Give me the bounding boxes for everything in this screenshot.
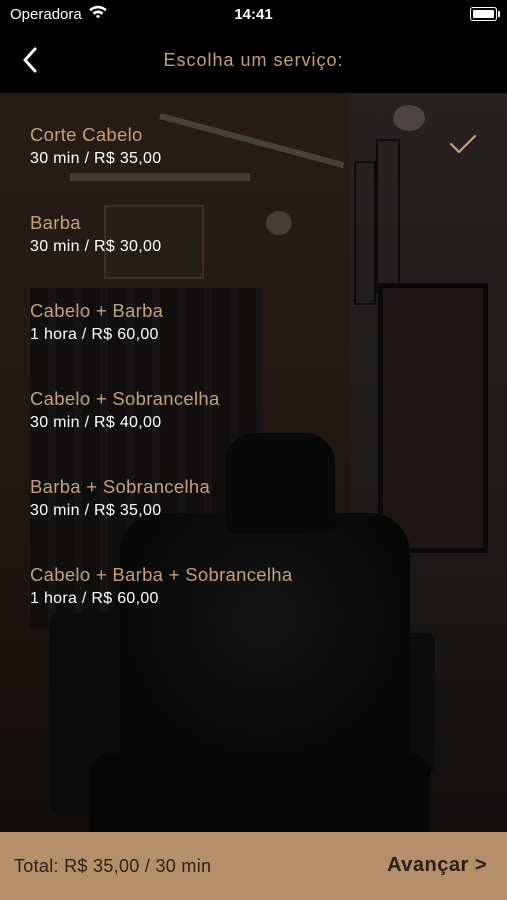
service-details: 30 min / R$ 35,00	[30, 502, 162, 519]
service-name: Barba + Sobrancelha	[30, 476, 211, 497]
service-details: 30 min / R$ 40,00	[30, 414, 162, 431]
service-list-area: Corte Cabelo 30 min / R$ 35,00 Barba 30 …	[0, 93, 507, 832]
service-details: 1 hora / R$ 60,00	[30, 590, 159, 607]
service-item[interactable]: Cabelo + Barba + Sobrancelha 1 hora / R$…	[0, 533, 507, 621]
service-item[interactable]: Cabelo + Sobrancelha 30 min / R$ 40,00	[0, 357, 507, 445]
service-item[interactable]: Cabelo + Barba 1 hora / R$ 60,00	[0, 269, 507, 357]
service-name: Corte Cabelo	[30, 124, 143, 145]
navigation-bar: Escolha um serviço:	[0, 30, 507, 93]
clock: 14:41	[234, 6, 273, 23]
status-bar: Operadora 14:41	[0, 0, 507, 30]
service-details: 1 hora / R$ 60,00	[30, 326, 159, 343]
total-label: Total: R$ 35,00 / 30 min	[14, 856, 212, 876]
service-details: 30 min / R$ 30,00	[30, 238, 162, 255]
service-name: Cabelo + Barba	[30, 300, 164, 321]
battery-icon	[470, 7, 500, 21]
service-name: Barba	[30, 212, 81, 233]
service-details: 30 min / R$ 35,00	[30, 150, 162, 167]
service-name: Cabelo + Barba + Sobrancelha	[30, 564, 293, 585]
page-title: Escolha um serviço:	[163, 50, 344, 70]
checkmark-icon	[449, 134, 477, 154]
service-item[interactable]: Barba + Sobrancelha 30 min / R$ 35,00	[0, 445, 507, 533]
service-name: Cabelo + Sobrancelha	[30, 388, 220, 409]
service-item[interactable]: Corte Cabelo 30 min / R$ 35,00	[0, 93, 507, 181]
advance-button[interactable]: Avançar >	[387, 854, 487, 877]
footer-bar: Total: R$ 35,00 / 30 min Avançar >	[0, 832, 507, 900]
service-item[interactable]: Barba 30 min / R$ 30,00	[0, 181, 507, 269]
